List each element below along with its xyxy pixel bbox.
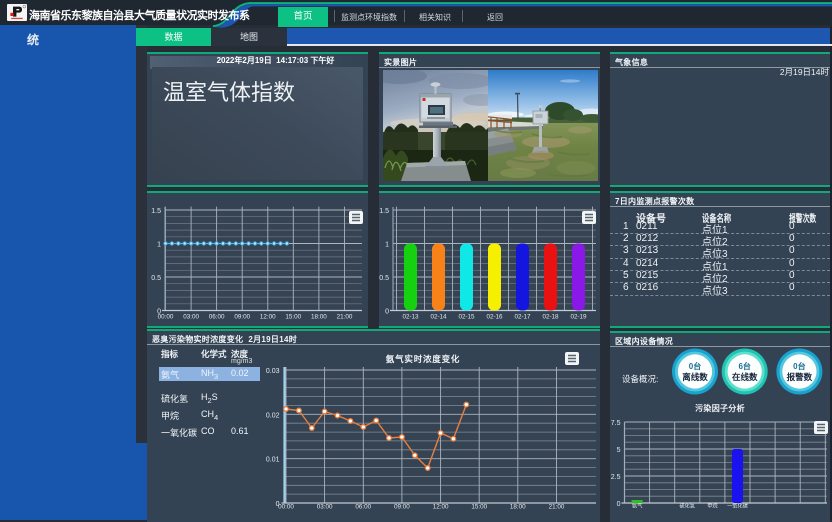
svg-text:02-19: 02-19: [570, 314, 587, 321]
svg-text:06:00: 06:00: [209, 314, 225, 321]
svg-text:7.5: 7.5: [611, 420, 621, 427]
svg-text:0.02: 0.02: [266, 412, 280, 419]
svg-text:00:00: 00:00: [158, 314, 174, 321]
svg-text:02-17: 02-17: [514, 314, 531, 321]
svg-text:09:00: 09:00: [394, 504, 410, 511]
svg-text:02-16: 02-16: [486, 314, 503, 321]
svg-text:氨气: 氨气: [632, 502, 642, 510]
svg-text:0.03: 0.03: [266, 368, 280, 375]
svg-text:00:00: 00:00: [278, 504, 294, 511]
svg-text:15:00: 15:00: [471, 504, 487, 511]
svg-text:1: 1: [157, 242, 161, 249]
svg-text:03:00: 03:00: [317, 504, 333, 511]
svg-text:甲烷: 甲烷: [707, 502, 718, 510]
svg-text:02-15: 02-15: [458, 314, 475, 321]
svg-text:氨气实时浓度变化: 氨气实时浓度变化: [386, 354, 460, 364]
svg-text:1.5: 1.5: [379, 208, 389, 215]
svg-text:0.5: 0.5: [379, 275, 389, 282]
svg-text:03:00: 03:00: [183, 314, 199, 321]
svg-text:0.5: 0.5: [151, 275, 161, 282]
svg-text:21:00: 21:00: [549, 504, 565, 511]
svg-text:12:00: 12:00: [433, 504, 449, 511]
svg-text:1.5: 1.5: [151, 208, 161, 215]
svg-text:15:00: 15:00: [285, 314, 301, 321]
svg-text:0.01: 0.01: [266, 457, 280, 464]
svg-text:09:00: 09:00: [234, 314, 250, 321]
svg-text:0: 0: [385, 309, 389, 316]
svg-text:1: 1: [385, 242, 389, 249]
svg-text:02-14: 02-14: [430, 314, 447, 321]
svg-text:硫化氢: 硫化氢: [679, 502, 695, 510]
svg-text:18:00: 18:00: [311, 314, 327, 321]
svg-text:一氧化碳: 一氧化碳: [727, 502, 749, 510]
svg-text:06:00: 06:00: [355, 504, 371, 511]
svg-text:12:00: 12:00: [260, 314, 276, 321]
svg-text:5: 5: [617, 447, 621, 454]
svg-text:0: 0: [617, 501, 621, 508]
svg-text:21:00: 21:00: [337, 314, 353, 321]
svg-text:02-13: 02-13: [402, 314, 419, 321]
svg-text:02-18: 02-18: [542, 314, 559, 321]
svg-text:18:00: 18:00: [510, 504, 526, 511]
svg-text:2.5: 2.5: [611, 474, 621, 481]
